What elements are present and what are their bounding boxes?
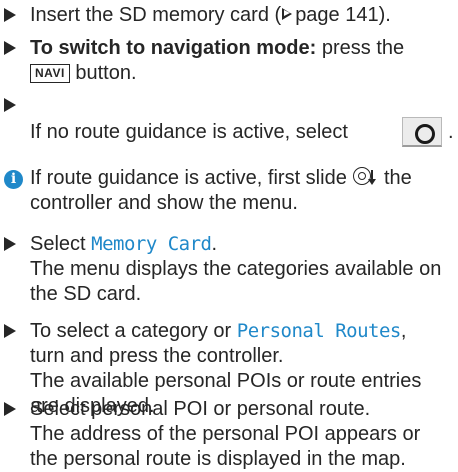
route-guidance-button-icon bbox=[402, 117, 442, 147]
step-5-line-2: turn and press the controller. bbox=[30, 345, 284, 367]
step-6-line-3: the personal route is displayed in the m… bbox=[30, 448, 406, 470]
step-4-text-a: Select bbox=[30, 233, 86, 255]
step-3-end: . bbox=[448, 121, 454, 143]
step-bullet-icon bbox=[4, 324, 16, 338]
step-bullet-icon bbox=[4, 41, 16, 55]
step-bullet-icon bbox=[4, 237, 16, 251]
note-text-a: If route guidance is active, first slide bbox=[30, 167, 347, 189]
step-bullet-icon bbox=[4, 402, 16, 416]
step-1-text-a: Insert the SD memory card ( bbox=[30, 4, 282, 26]
step-4-line-2: The menu displays the categories availab… bbox=[30, 258, 442, 280]
step-bullet-icon bbox=[4, 98, 16, 112]
controller-slide-down-icon bbox=[352, 166, 378, 188]
step-3-text: If no route guidance is active, select bbox=[30, 121, 348, 143]
menu-item-personal-routes: Personal Routes bbox=[236, 320, 402, 342]
info-icon: i bbox=[4, 170, 23, 189]
note-line-2: controller and show the menu. bbox=[30, 192, 298, 214]
page-reference-icon bbox=[282, 8, 293, 20]
step-2-bold: To switch to navigation mode: bbox=[30, 37, 317, 59]
step-5-line-3: The available personal POIs or route ent… bbox=[30, 370, 422, 392]
step-1-text-b: page 141). bbox=[295, 4, 391, 26]
step-6-text-a: Select personal POI or personal route. bbox=[30, 398, 371, 420]
navi-button: NAVI bbox=[30, 64, 70, 83]
step-5-text-a: To select a category or bbox=[30, 320, 232, 342]
step-4-line-3: the SD card. bbox=[30, 283, 142, 305]
step-bullet-icon bbox=[4, 8, 16, 22]
step-6-line-2: The address of the personal POI appears … bbox=[30, 423, 421, 445]
step-4-end: . bbox=[211, 233, 218, 255]
step-2-text-b: button. bbox=[75, 62, 137, 84]
step-5-end: , bbox=[400, 320, 407, 342]
menu-item-memory-card: Memory Card bbox=[91, 233, 212, 255]
note-text-b: the bbox=[383, 167, 412, 189]
step-2-text-a: press the bbox=[321, 37, 405, 59]
